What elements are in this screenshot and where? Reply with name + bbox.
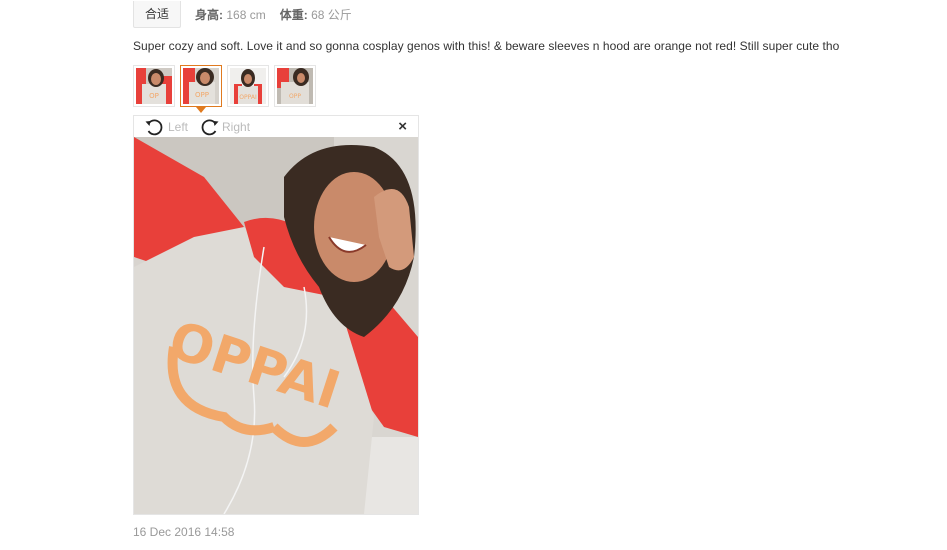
review-photo: OPPAI [134, 137, 418, 514]
svg-text:OPPAI: OPPAI [239, 94, 257, 101]
photo-thumbnail-3[interactable]: OPPAI [227, 65, 269, 107]
height-attr: 身高: 168 cm [195, 6, 266, 23]
height-label: 身高: [195, 7, 224, 22]
fit-row: 合适 身高: 168 cm 体重: 68 公斤 [133, 0, 352, 28]
thumbnail-image: OPPAI [230, 68, 266, 104]
photo-viewer: Left Right × OPPAI [133, 115, 419, 515]
weight-value: 68 公斤 [311, 7, 352, 22]
rotate-left-button[interactable]: Left [144, 117, 188, 137]
review-text: Super cozy and soft. Love it and so gonn… [133, 39, 840, 53]
review-photo-thumbnails: OP OPP OPPAI OPP [133, 65, 316, 113]
rotate-left-icon [145, 118, 163, 135]
svg-text:OP: OP [149, 92, 159, 100]
photo-thumbnail-4[interactable]: OPP [274, 65, 316, 107]
thumbnail-image: OPP [183, 68, 219, 104]
rotate-right-label: Right [222, 119, 251, 134]
close-icon[interactable]: × [398, 118, 407, 136]
weight-attr: 体重: 68 公斤 [280, 6, 352, 23]
rotate-right-icon [201, 118, 219, 135]
viewer-toolbar: Left Right × [134, 116, 418, 137]
thumbnail-image: OPP [277, 68, 313, 104]
active-caret-icon [196, 107, 206, 113]
thumbnail-image: OP [136, 68, 172, 104]
fit-tag: 合适 [133, 0, 182, 28]
svg-text:OPP: OPP [289, 93, 301, 100]
photo-thumbnail-2[interactable]: OPP [180, 65, 222, 113]
review-date: 16 Dec 2016 14:58 [133, 525, 235, 539]
weight-label: 体重: [279, 7, 308, 22]
rotate-right-button[interactable]: Right [198, 117, 250, 137]
svg-text:OPP: OPP [195, 91, 209, 99]
rotate-left-label: Left [168, 119, 189, 134]
height-value: 168 cm [226, 7, 266, 22]
photo-thumbnail-1[interactable]: OP [133, 65, 175, 107]
